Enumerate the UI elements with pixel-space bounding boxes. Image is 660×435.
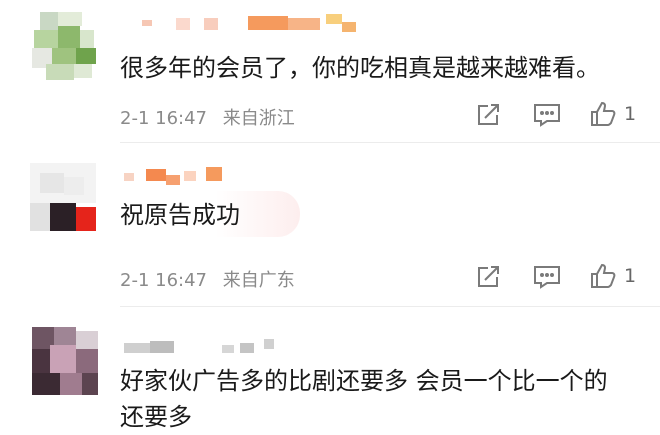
like-button[interactable]: 1 <box>590 101 636 127</box>
comment-text: 祝原告成功 <box>120 201 240 229</box>
comment-item: 好家伙广告多的比剧还要多 会员一个比一个的还要多 <box>0 307 660 435</box>
share-button[interactable] <box>476 265 502 289</box>
username-masked[interactable] <box>124 337 284 355</box>
comment-icon <box>534 104 560 127</box>
username-masked[interactable] <box>124 167 234 185</box>
thumbs-up-icon <box>591 263 616 288</box>
reply-button[interactable] <box>533 103 561 127</box>
avatar[interactable] <box>30 12 98 80</box>
thumbs-up-icon <box>591 101 616 126</box>
comment-date: 2-1 16:47 <box>120 270 207 291</box>
share-icon <box>478 266 499 287</box>
comment-item: 祝原告成功 2-1 16:47 来自广东 1 <box>0 143 660 303</box>
comment-location: 来自浙江 <box>222 108 295 129</box>
like-count: 1 <box>624 103 637 125</box>
share-button[interactable] <box>476 103 502 127</box>
comment-date: 2-1 16:47 <box>120 108 207 129</box>
comment-item: 很多年的会员了，你的吃相真是越来越难看。 2-1 16:47 来自浙江 1 <box>0 0 660 140</box>
comment-icon <box>534 266 560 289</box>
avatar[interactable] <box>32 327 100 395</box>
comment-meta: 2-1 16:47 来自浙江 <box>120 104 305 130</box>
share-icon <box>478 104 499 125</box>
reply-button[interactable] <box>533 265 561 289</box>
avatar[interactable] <box>30 163 98 231</box>
like-count: 1 <box>624 265 637 287</box>
comment-location: 来自广东 <box>222 270 295 291</box>
comment-text: 好家伙广告多的比剧还要多 会员一个比一个的还要多 <box>120 367 608 431</box>
comment-text: 很多年的会员了，你的吃相真是越来越难看。 <box>120 54 600 82</box>
comment-meta: 2-1 16:47 来自广东 <box>120 266 305 292</box>
like-button[interactable]: 1 <box>590 263 636 289</box>
username-masked[interactable] <box>142 14 372 32</box>
